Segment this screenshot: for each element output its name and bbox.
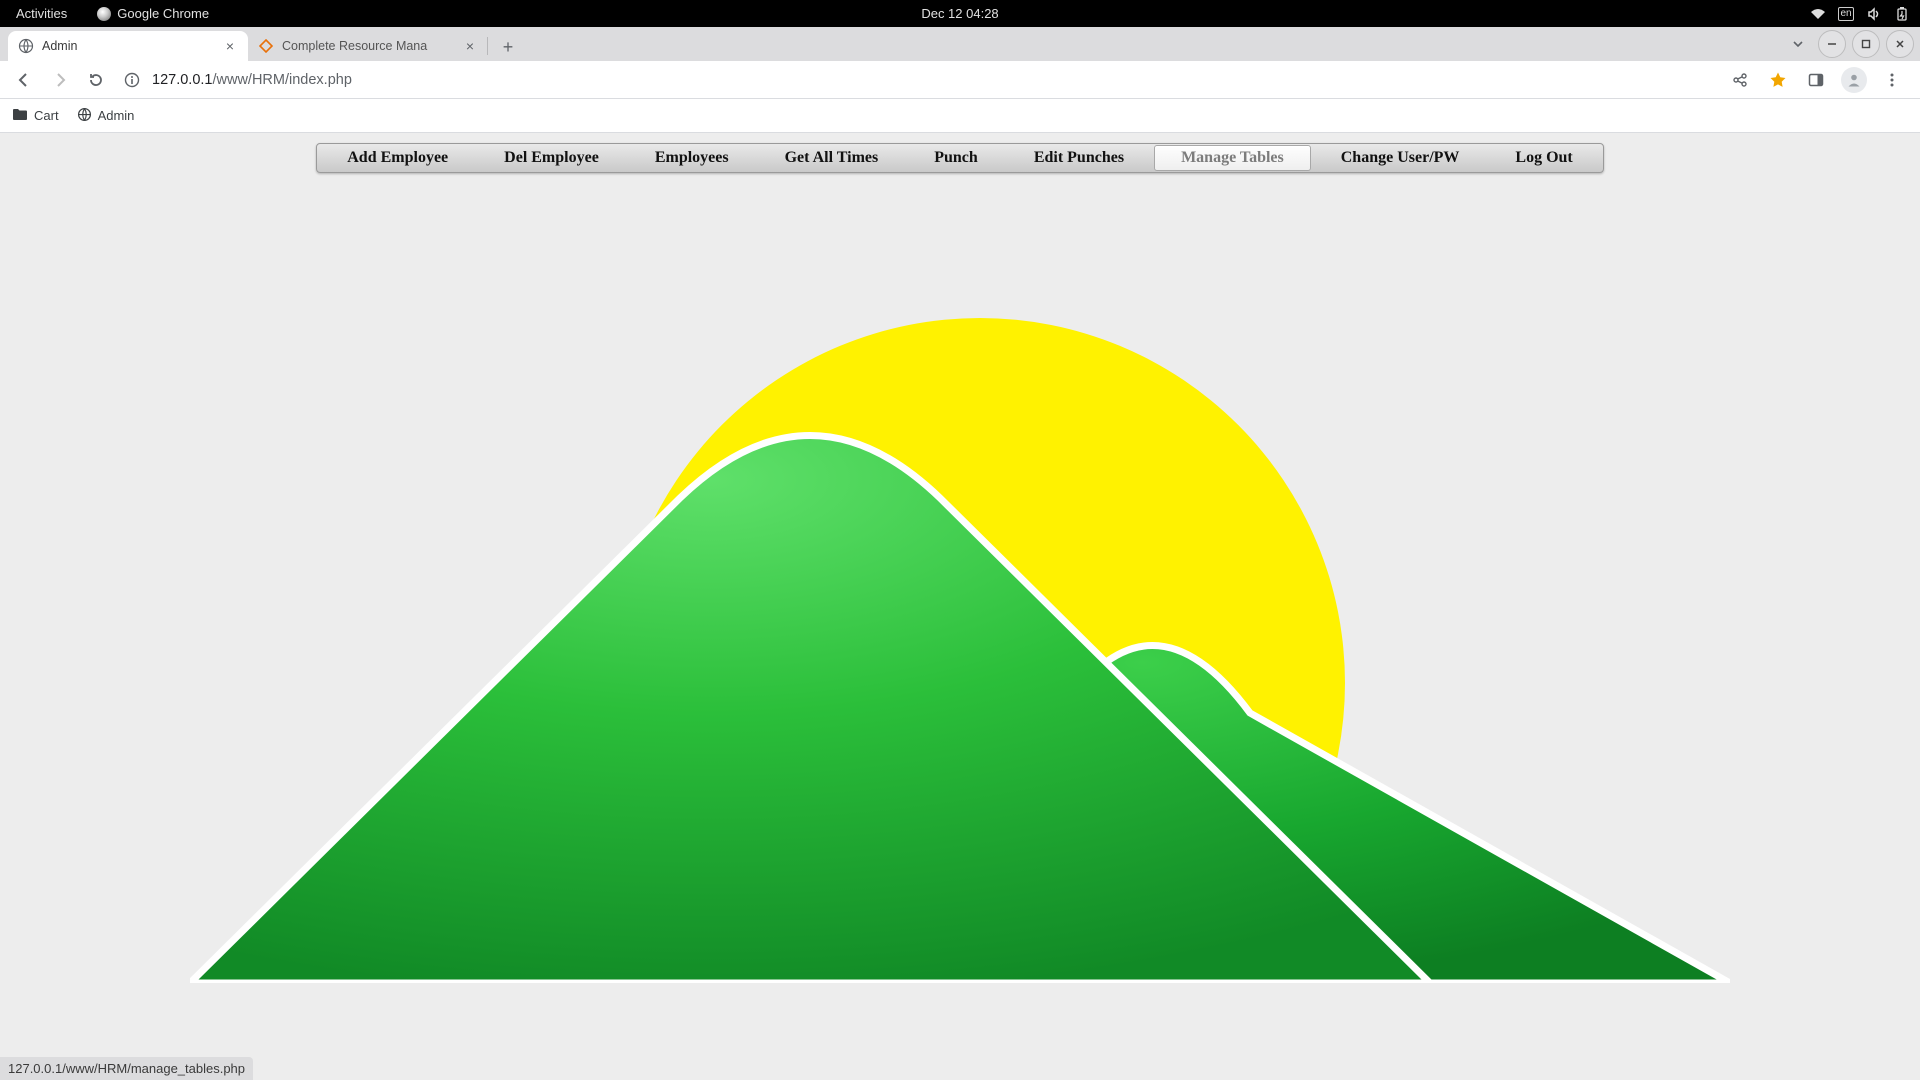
bookmark-star-icon[interactable]: [1764, 66, 1792, 94]
bookmark-cart[interactable]: Cart: [12, 107, 59, 124]
share-icon[interactable]: [1726, 66, 1754, 94]
side-panel-icon[interactable]: [1802, 66, 1830, 94]
chrome-icon: [97, 7, 111, 21]
window-maximize-button[interactable]: [1852, 30, 1880, 58]
close-icon[interactable]: ×: [222, 38, 238, 54]
tab-title: Admin: [42, 39, 214, 53]
browser-tab-active[interactable]: Admin ×: [8, 31, 248, 61]
bookmark-admin[interactable]: Admin: [77, 107, 135, 125]
chrome-toolbar: 127.0.0.1/www/HRM/index.php: [0, 61, 1920, 99]
forward-button[interactable]: [44, 64, 76, 96]
menu-item-del-employee[interactable]: Del Employee: [476, 145, 627, 171]
folder-icon: [12, 107, 28, 124]
new-tab-button[interactable]: +: [494, 33, 522, 61]
diamond-icon: [258, 38, 274, 54]
profile-button[interactable]: [1840, 66, 1868, 94]
gnome-clock[interactable]: Dec 12 04:28: [921, 6, 998, 21]
globe-icon: [18, 38, 34, 54]
volume-icon: [1866, 7, 1882, 21]
bookmarks-bar: Cart Admin: [0, 99, 1920, 133]
chrome-tab-strip: Admin × Complete Resource Mana × +: [0, 27, 1920, 61]
link-status-bar: 127.0.0.1/www/HRM/manage_tables.php: [0, 1057, 253, 1080]
wifi-icon: [1810, 7, 1826, 21]
menu-item-add-employee[interactable]: Add Employee: [319, 145, 476, 171]
gnome-activities[interactable]: Activities: [10, 6, 73, 21]
chrome-menu-button[interactable]: [1878, 66, 1906, 94]
site-info-icon[interactable]: [122, 72, 142, 88]
power-icon: [1894, 7, 1910, 21]
menu-item-log-out[interactable]: Log Out: [1487, 145, 1600, 171]
tab-title: Complete Resource Mana: [282, 39, 454, 53]
url-text: 127.0.0.1/www/HRM/index.php: [152, 72, 352, 88]
page-content: Add EmployeeDel EmployeeEmployeesGet All…: [0, 133, 1920, 1080]
avatar-icon: [1841, 67, 1867, 93]
reload-button[interactable]: [80, 64, 112, 96]
back-button[interactable]: [8, 64, 40, 96]
menu-item-edit-punches[interactable]: Edit Punches: [1006, 145, 1152, 171]
bookmark-label: Admin: [98, 108, 135, 123]
menu-item-change-user-pw[interactable]: Change User/PW: [1313, 145, 1488, 171]
globe-icon: [77, 107, 92, 125]
menu-item-punch[interactable]: Punch: [906, 145, 1006, 171]
menu-item-employees[interactable]: Employees: [627, 145, 757, 171]
gnome-system-tray[interactable]: en: [1810, 7, 1910, 21]
gnome-current-app[interactable]: Google Chrome: [97, 6, 209, 21]
window-close-button[interactable]: [1886, 30, 1914, 58]
keyboard-layout-icon: en: [1838, 7, 1854, 21]
landscape-logo: [190, 193, 1730, 988]
admin-menu-bar: Add EmployeeDel EmployeeEmployeesGet All…: [316, 143, 1604, 173]
menu-item-get-all-times[interactable]: Get All Times: [757, 145, 907, 171]
window-minimize-button[interactable]: [1818, 30, 1846, 58]
gnome-app-name: Google Chrome: [117, 6, 209, 21]
bookmark-label: Cart: [34, 108, 59, 123]
gnome-top-bar: Activities Google Chrome Dec 12 04:28 en: [0, 0, 1920, 27]
tabs-dropdown-button[interactable]: [1784, 30, 1812, 58]
browser-tab-inactive[interactable]: Complete Resource Mana ×: [248, 31, 488, 61]
close-icon[interactable]: ×: [462, 38, 478, 54]
address-bar[interactable]: 127.0.0.1/www/HRM/index.php: [116, 65, 358, 95]
menu-item-manage-tables[interactable]: Manage Tables: [1154, 145, 1311, 171]
